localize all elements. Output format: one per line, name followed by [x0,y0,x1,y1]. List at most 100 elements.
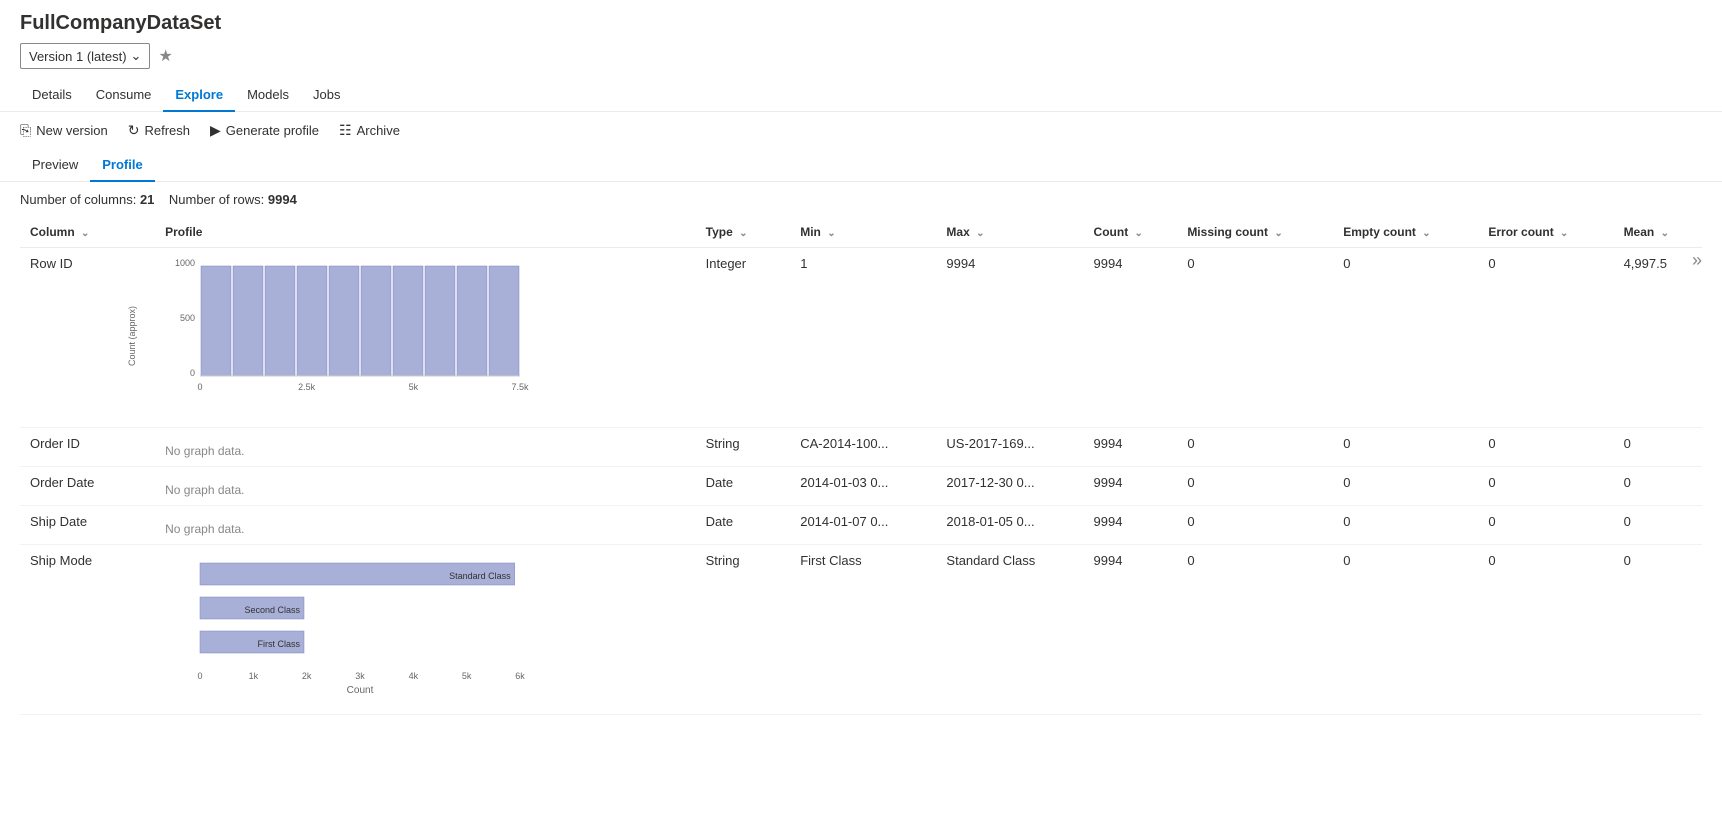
nav-tab-consume[interactable]: Consume [84,79,164,112]
columns-value: 21 [140,192,154,207]
chevron-down-icon: ⌄ [131,48,142,64]
refresh-label: Refresh [144,123,190,138]
table-row: Ship ModeStandard ClassSecond ClassFirst… [20,545,1702,715]
favorite-icon[interactable]: ★ [158,46,172,66]
rows-label: Number of rows: [169,192,264,207]
cell-empty-count: 0 [1333,467,1478,506]
refresh-icon: ↻ [128,122,140,139]
cell-error-count: 0 [1478,506,1613,545]
refresh-button[interactable]: ↻ Refresh [128,122,190,139]
svg-text:Standard Class: Standard Class [449,571,511,581]
table-row: Order IDNo graph data.StringCA-2014-100.… [20,428,1702,467]
svg-text:Second Class: Second Class [245,605,301,615]
svg-text:5k: 5k [462,671,472,681]
sort-icon-missing: ⌄ [1274,228,1282,239]
archive-button[interactable]: ☷ Archive [339,122,400,139]
cell-missing-count: 0 [1177,506,1333,545]
svg-text:1k: 1k [249,671,259,681]
sub-tab-profile[interactable]: Profile [90,149,154,182]
svg-text:0: 0 [198,382,203,392]
svg-text:4k: 4k [409,671,419,681]
cell-type: String [696,428,791,467]
nav-tab-models[interactable]: Models [235,79,301,112]
svg-text:6k: 6k [515,671,525,681]
cell-max: 2017-12-30 0... [936,467,1083,506]
sort-icon-empty: ⌄ [1422,228,1430,239]
svg-text:0: 0 [190,368,195,378]
nav-tab-jobs[interactable]: Jobs [301,79,352,112]
table-row: Row IDCount (approx)1000500002.5k5k7.5kI… [20,248,1702,428]
cell-mean: 4,997.5 [1614,248,1702,428]
cell-empty-count: 0 [1333,545,1478,715]
nav-tab-explore[interactable]: Explore [163,79,235,112]
cell-type: String [696,545,791,715]
cell-max: Standard Class [936,545,1083,715]
cell-missing-count: 0 [1177,428,1333,467]
svg-text:First Class: First Class [258,639,301,649]
cell-count: 9994 [1084,506,1178,545]
sub-tab-preview[interactable]: Preview [20,149,90,182]
cell-profile: No graph data. [155,467,696,506]
table-row: Ship DateNo graph data.Date2014-01-07 0.… [20,506,1702,545]
cell-type: Date [696,506,791,545]
th-min[interactable]: Min ⌄ [790,217,936,248]
svg-text:7.5k: 7.5k [512,382,530,392]
cell-min: CA-2014-100... [790,428,936,467]
svg-text:3k: 3k [355,671,365,681]
sort-icon-count: ⌄ [1135,228,1143,239]
cell-mean: 0 [1614,467,1702,506]
cell-min: First Class [790,545,936,715]
cell-max: 2018-01-05 0... [936,506,1083,545]
new-version-icon: ⎘ [20,122,31,139]
cell-max: US-2017-169... [936,428,1083,467]
svg-text:5k: 5k [409,382,419,392]
collapse-panel-button[interactable]: » [1692,250,1702,271]
archive-label: Archive [357,123,400,138]
th-mean[interactable]: Mean ⌄ [1614,217,1702,248]
cell-type: Integer [696,248,791,428]
cell-count: 9994 [1084,545,1178,715]
toolbar: ⎘ New version ↻ Refresh ▶ Generate profi… [0,112,1722,149]
th-column[interactable]: Column ⌄ [20,217,155,248]
cell-min: 2014-01-03 0... [790,467,936,506]
cell-error-count: 0 [1478,428,1613,467]
th-max[interactable]: Max ⌄ [936,217,1083,248]
nav-tab-details[interactable]: Details [20,79,84,112]
play-icon: ▶ [210,122,221,139]
svg-text:2.5k: 2.5k [298,382,316,392]
th-type[interactable]: Type ⌄ [696,217,791,248]
cell-count: 9994 [1084,467,1178,506]
data-table-container: Column ⌄ Profile Type ⌄ Min ⌄ Max ⌄ Coun… [0,217,1722,715]
new-version-button[interactable]: ⎘ New version [20,122,108,139]
svg-text:0: 0 [198,671,203,681]
cell-count: 9994 [1084,428,1178,467]
generate-profile-button[interactable]: ▶ Generate profile [210,122,319,139]
svg-text:500: 500 [180,313,195,323]
cell-mean: 0 [1614,506,1702,545]
svg-text:Count (approx): Count (approx) [127,306,137,366]
sub-nav: PreviewProfile [0,149,1722,182]
new-version-label: New version [36,123,108,138]
columns-label: Number of columns: [20,192,136,207]
th-missing-count[interactable]: Missing count ⌄ [1177,217,1333,248]
sort-icon-error: ⌄ [1560,228,1568,239]
sort-icon-max: ⌄ [976,228,984,239]
main-nav: DetailsConsumeExploreModelsJobs [0,79,1722,112]
archive-icon: ☷ [339,122,352,139]
meta-info: Number of columns: 21 Number of rows: 99… [0,182,1722,217]
cell-type: Date [696,467,791,506]
cell-profile: No graph data. [155,506,696,545]
cell-empty-count: 0 [1333,506,1478,545]
th-empty-count[interactable]: Empty count ⌄ [1333,217,1478,248]
profile-table: Column ⌄ Profile Type ⌄ Min ⌄ Max ⌄ Coun… [20,217,1702,715]
cell-count: 9994 [1084,248,1178,428]
cell-column-name: Order Date [20,467,155,506]
generate-profile-label: Generate profile [226,123,319,138]
cell-error-count: 0 [1478,545,1613,715]
cell-min: 1 [790,248,936,428]
th-count[interactable]: Count ⌄ [1084,217,1178,248]
svg-text:2k: 2k [302,671,312,681]
th-error-count[interactable]: Error count ⌄ [1478,217,1613,248]
cell-column-name: Order ID [20,428,155,467]
version-select[interactable]: Version 1 (latest) ⌄ [20,43,150,69]
